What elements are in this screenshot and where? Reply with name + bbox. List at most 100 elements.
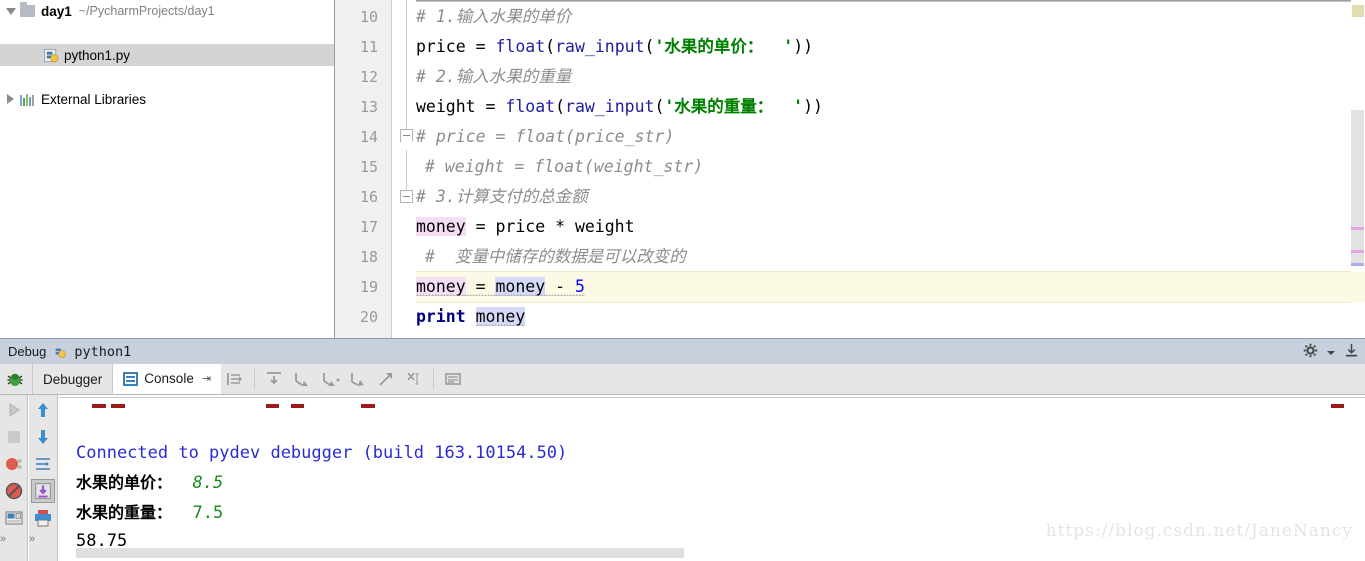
view-breakpoints-icon[interactable] xyxy=(442,368,464,390)
code-token: float xyxy=(505,97,556,116)
tree-row-python1-py[interactable]: python1.py xyxy=(0,44,334,66)
console-output[interactable]: Connected to pydev debugger (build 163.1… xyxy=(59,395,1365,561)
code-line-19[interactable]: money = money - 5 xyxy=(416,272,585,302)
project-tool-window[interactable]: day1 ~/PycharmProjects/day1 python1.py E… xyxy=(0,0,335,338)
usage-marker[interactable] xyxy=(1351,263,1364,266)
force-step-into-icon[interactable] xyxy=(319,368,341,390)
tab-label: Debugger xyxy=(43,371,103,387)
code-token-variable-write: money xyxy=(416,217,466,236)
settings-gear-icon[interactable] xyxy=(1303,343,1318,361)
console-input-value: 8.5 xyxy=(172,473,224,493)
editor-marker-scrollbar[interactable] xyxy=(1351,0,1365,338)
code-line-18[interactable]: # 变量中储存的数据是可以改变的 xyxy=(416,242,686,272)
code-line-15[interactable]: # weight = float(weight_str) xyxy=(416,152,703,182)
code-line-13[interactable]: weight = float(raw_input('水果的重量： ')) xyxy=(416,92,823,122)
code-line-11[interactable]: price = float(raw_input('水果的单价： ')) xyxy=(416,32,813,62)
line-number: 12 xyxy=(359,68,378,86)
view-breakpoints-icon[interactable] xyxy=(2,452,26,476)
evaluate-expression-icon[interactable] xyxy=(403,368,425,390)
console-actions-toolbar[interactable]: » xyxy=(29,395,58,561)
debugger-bug-icon[interactable] xyxy=(4,369,26,389)
step-into-icon[interactable] xyxy=(291,368,313,390)
console-prompt-text: 水果的重量： xyxy=(76,503,173,522)
line-number: 16 xyxy=(359,188,378,206)
scroll-up-icon[interactable] xyxy=(31,398,55,422)
scrollbar-thumb[interactable] xyxy=(1351,110,1364,265)
restore-layout-icon[interactable] xyxy=(2,506,26,530)
code-editor[interactable]: 10 11 12 13 14 15 16 17 18 19 20 # 1.输入水… xyxy=(335,0,1365,338)
code-token: price xyxy=(416,37,476,56)
console-top-divider xyxy=(59,397,1365,398)
code-token: )) xyxy=(803,97,823,116)
tab-console[interactable]: Console ⇥ xyxy=(112,364,222,394)
console-prompt-text: 水果的单价： xyxy=(76,473,173,492)
fold-marker-expanded[interactable] xyxy=(400,129,413,142)
tree-row-external-libraries[interactable]: External Libraries xyxy=(0,88,334,110)
scroll-to-end-icon[interactable] xyxy=(31,479,55,503)
soft-wrap-icon[interactable] xyxy=(31,452,55,476)
debug-actions-toolbar[interactable]: » xyxy=(0,395,28,561)
code-text-area[interactable]: # 1.输入水果的单价 price = float(raw_input('水果的… xyxy=(416,0,1365,338)
chevron-down-icon[interactable] xyxy=(6,7,16,16)
stop-icon[interactable] xyxy=(2,425,26,449)
line-number: 20 xyxy=(359,308,378,326)
code-line-17[interactable]: money = price * weight xyxy=(416,212,635,242)
external-libraries-icon xyxy=(20,93,35,106)
run-to-cursor-icon[interactable] xyxy=(375,368,397,390)
toolbar-overflow-icon[interactable]: » xyxy=(0,533,6,545)
code-token: = xyxy=(475,37,496,56)
hide-panel-icon[interactable] xyxy=(1344,343,1359,361)
fold-marker-end[interactable] xyxy=(400,190,413,203)
debug-title-bar: Debug python1 xyxy=(0,338,1365,364)
console-text: Connected to pydev debugger (build 163.1… xyxy=(76,443,568,463)
console-line-price-prompt: 水果的单价： 8.5 xyxy=(76,468,223,498)
python-file-icon xyxy=(44,48,59,63)
code-token: ( xyxy=(555,97,566,116)
console-input-value: 7.5 xyxy=(172,503,224,523)
line-number: 10 xyxy=(359,8,378,26)
usage-marker[interactable] xyxy=(1351,227,1364,230)
current-line-marker xyxy=(1351,272,1365,302)
code-token-keyword: print xyxy=(416,307,466,326)
step-over-icon[interactable] xyxy=(263,368,285,390)
tree-item-path: ~/PycharmProjects/day1 xyxy=(78,4,215,18)
code-line-16[interactable]: # 3.计算支付的总金额 xyxy=(416,182,588,212)
debug-tool-window[interactable]: Debug python1 Debugger Console ⇥ » » Con… xyxy=(0,338,1365,561)
toolbar-separator xyxy=(433,369,435,389)
debug-tab-bar[interactable]: Debugger Console ⇥ xyxy=(0,364,1365,395)
line-number: 11 xyxy=(359,38,378,56)
line-number: 17 xyxy=(359,218,378,236)
rerun-icon[interactable] xyxy=(2,398,26,422)
pin-tab-icon[interactable]: ⇥ xyxy=(202,372,211,385)
console-line-weight-prompt: 水果的重量： 7.5 xyxy=(76,498,223,528)
code-line-12[interactable]: # 2.输入水果的重量 xyxy=(416,62,571,92)
usage-marker[interactable] xyxy=(1351,250,1364,253)
chevron-right-icon[interactable] xyxy=(6,93,15,104)
mute-breakpoints-icon[interactable] xyxy=(2,479,26,503)
fold-line xyxy=(406,150,407,190)
inspection-status-marker[interactable] xyxy=(1352,5,1364,17)
console-horizontal-scrollbar[interactable] xyxy=(76,548,684,558)
code-token: float xyxy=(495,37,546,56)
code-line-14[interactable]: # price = float(price_str) xyxy=(416,122,674,152)
step-out-icon[interactable] xyxy=(347,368,369,390)
code-token: # weight = float(weight_str) xyxy=(425,157,704,176)
code-token: = xyxy=(485,97,506,116)
scroll-down-icon[interactable] xyxy=(31,425,55,449)
tree-row-day1[interactable]: day1 ~/PycharmProjects/day1 xyxy=(0,0,334,22)
code-line-20[interactable]: print money xyxy=(416,302,526,332)
code-folding-gutter[interactable] xyxy=(392,0,416,338)
pycharm-window: day1 ~/PycharmProjects/day1 python1.py E… xyxy=(0,0,1365,561)
chevron-down-icon[interactable] xyxy=(1327,345,1335,360)
line-number: 19 xyxy=(359,278,378,296)
code-token: = price * weight xyxy=(465,217,635,236)
toolbar-overflow-icon[interactable]: » xyxy=(29,533,35,545)
line-number-gutter: 10 11 12 13 14 15 16 17 18 19 20 xyxy=(335,0,392,338)
python-file-icon xyxy=(53,345,67,359)
print-icon[interactable] xyxy=(31,506,55,530)
show-execution-point-icon[interactable] xyxy=(224,368,246,390)
tab-debugger[interactable]: Debugger xyxy=(32,364,112,394)
clipped-error-text xyxy=(92,404,106,408)
code-line-10[interactable]: # 1.输入水果的单价 xyxy=(416,2,571,32)
debug-title-buttons xyxy=(1303,339,1359,365)
